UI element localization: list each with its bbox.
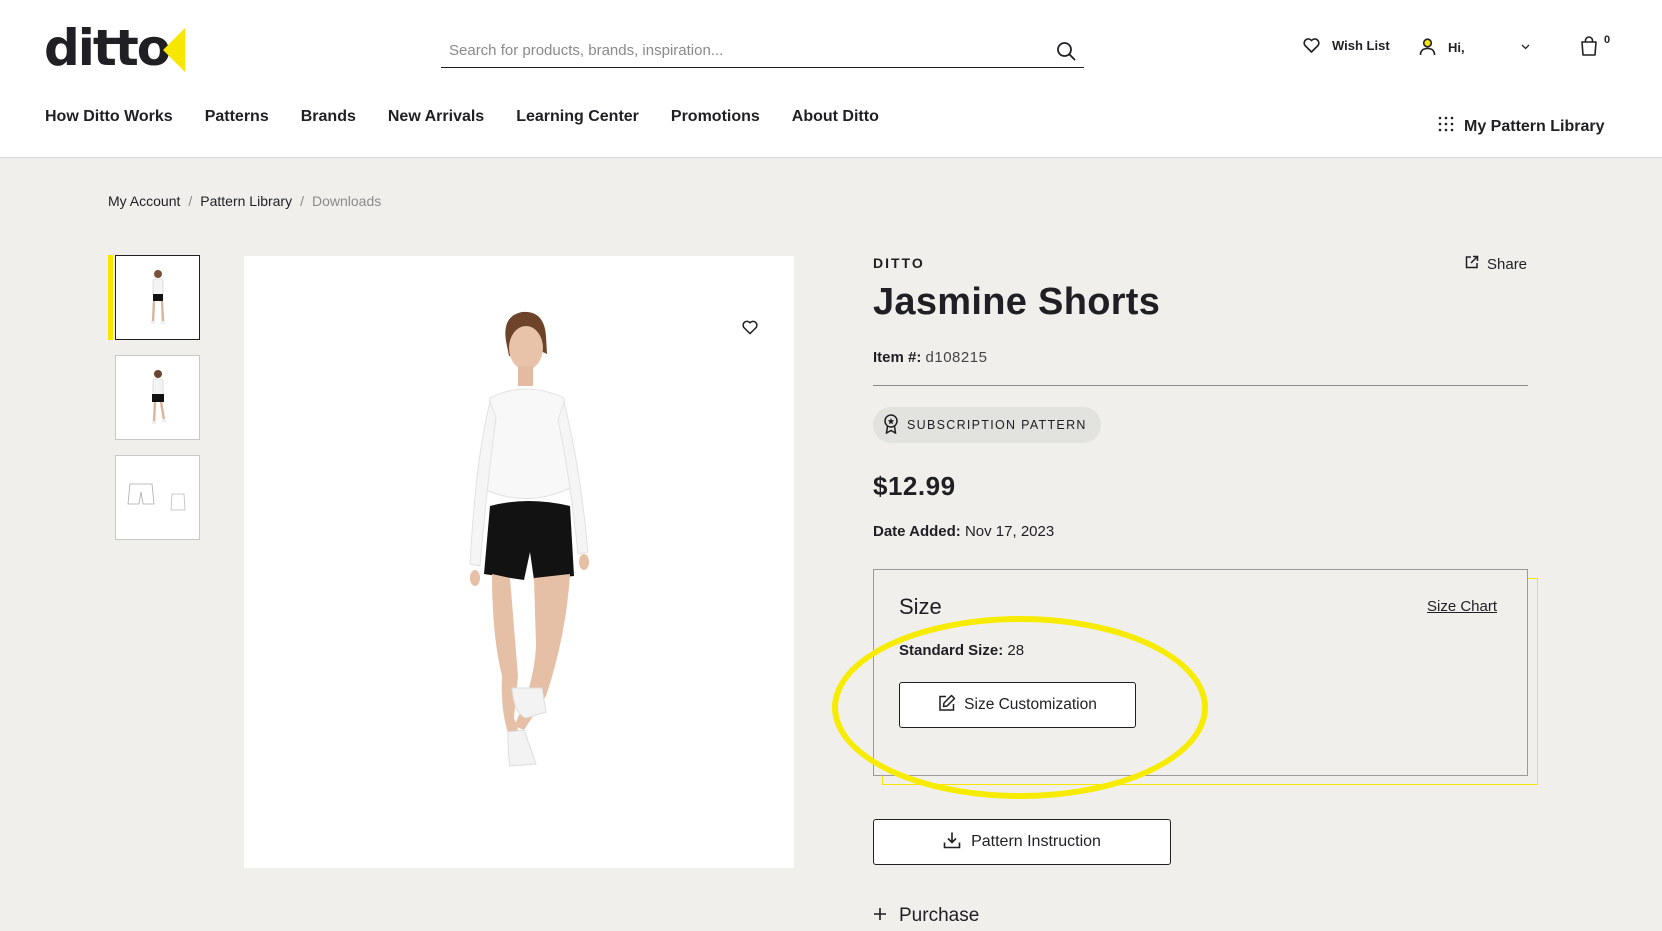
- product-brand: DITTO: [873, 255, 925, 271]
- breadcrumb-current: Downloads: [311, 193, 382, 209]
- logo-flag-icon: [163, 28, 186, 72]
- badge-label: SUBSCRIPTION PATTERN: [907, 418, 1087, 432]
- share-button[interactable]: Share: [1465, 255, 1527, 273]
- breadcrumb: My Account / Pattern Library / Downloads: [108, 193, 381, 209]
- product-details: DITTO Share Jasmine Shorts Item #: d1082…: [873, 255, 1538, 785]
- site-header: ditto Wish List Hi, 0 How Ditto Works Pa…: [0, 0, 1662, 158]
- share-icon: [1465, 255, 1479, 273]
- ditto-logo[interactable]: ditto: [44, 19, 186, 77]
- standard-size-label: Standard Size:: [899, 642, 1004, 659]
- cart-count: 0: [1604, 34, 1611, 46]
- account-menu[interactable]: Hi,: [1419, 38, 1530, 56]
- download-icon: [943, 831, 961, 854]
- thumbnail-back[interactable]: [115, 355, 200, 440]
- size-customization-label: Size Customization: [964, 696, 1097, 713]
- plus-icon: [873, 905, 887, 927]
- user-icon: [1419, 38, 1436, 56]
- search-icon[interactable]: [1054, 39, 1078, 63]
- heart-icon: [1303, 38, 1320, 53]
- thumbnail-pattern-pieces[interactable]: [115, 455, 200, 540]
- product-title: Jasmine Shorts: [873, 281, 1161, 323]
- size-chart-link[interactable]: Size Chart: [1427, 598, 1497, 615]
- date-added: Date Added: Nov 17, 2023: [873, 523, 1054, 540]
- product-main-image: [244, 256, 794, 868]
- nav-learning-center[interactable]: Learning Center: [516, 108, 639, 126]
- model-photo: [469, 311, 589, 767]
- wishlist-link[interactable]: Wish List: [1303, 38, 1390, 53]
- award-ribbon-icon: [883, 413, 899, 437]
- purchase-toggle[interactable]: Purchase: [873, 905, 979, 927]
- cart-button[interactable]: 0: [1580, 34, 1611, 56]
- greeting-text: Hi,: [1448, 39, 1465, 55]
- thumbnail-front[interactable]: [115, 255, 200, 340]
- logo-text: ditto: [44, 19, 171, 77]
- breadcrumb-my-account[interactable]: My Account: [108, 193, 180, 209]
- pattern-instruction-button[interactable]: Pattern Instruction: [873, 819, 1171, 865]
- grid-dots-icon: [1438, 116, 1454, 137]
- nav-patterns[interactable]: Patterns: [205, 108, 269, 126]
- breadcrumb-separator: /: [300, 193, 304, 209]
- purchase-label: Purchase: [899, 905, 980, 926]
- item-number: Item #: d108215: [873, 349, 987, 366]
- my-pattern-library-label: My Pattern Library: [1464, 117, 1605, 135]
- nav-how-ditto-works[interactable]: How Ditto Works: [45, 108, 173, 126]
- wishlist-label: Wish List: [1332, 38, 1390, 53]
- shopping-bag-icon: [1580, 36, 1598, 56]
- divider: [873, 385, 1528, 386]
- edit-icon: [938, 694, 956, 717]
- date-added-label: Date Added:: [873, 523, 961, 540]
- nav-new-arrivals[interactable]: New Arrivals: [388, 108, 484, 126]
- my-pattern-library-link[interactable]: My Pattern Library: [1438, 116, 1604, 137]
- breadcrumb-pattern-library[interactable]: Pattern Library: [200, 193, 292, 209]
- nav-promotions[interactable]: Promotions: [671, 108, 760, 126]
- product-price: $12.99: [873, 471, 956, 501]
- item-number-label: Item #:: [873, 349, 922, 366]
- item-number-value: d108215: [925, 349, 988, 366]
- standard-size: Standard Size: 28: [899, 642, 1024, 659]
- pattern-instruction-label: Pattern Instruction: [971, 833, 1101, 850]
- subscription-badge: SUBSCRIPTION PATTERN: [873, 407, 1101, 443]
- search-input[interactable]: [441, 35, 1054, 66]
- breadcrumb-separator: /: [188, 193, 193, 209]
- favorite-heart-icon[interactable]: [742, 320, 758, 340]
- size-customization-button[interactable]: Size Customization: [899, 682, 1136, 728]
- share-label: Share: [1487, 255, 1528, 273]
- standard-size-value: 28: [1007, 642, 1025, 659]
- chevron-down-icon: [1521, 44, 1530, 50]
- size-title: Size: [899, 594, 942, 619]
- search-bar: [441, 34, 1084, 68]
- nav-about-ditto[interactable]: About Ditto: [792, 108, 879, 126]
- active-thumbnail-indicator: [108, 255, 113, 340]
- nav-brands[interactable]: Brands: [301, 108, 356, 126]
- date-added-value: Nov 17, 2023: [964, 523, 1055, 540]
- size-panel: Size Size Chart Standard Size: 28 Size C…: [873, 569, 1528, 776]
- main-nav: How Ditto Works Patterns Brands New Arri…: [45, 108, 911, 126]
